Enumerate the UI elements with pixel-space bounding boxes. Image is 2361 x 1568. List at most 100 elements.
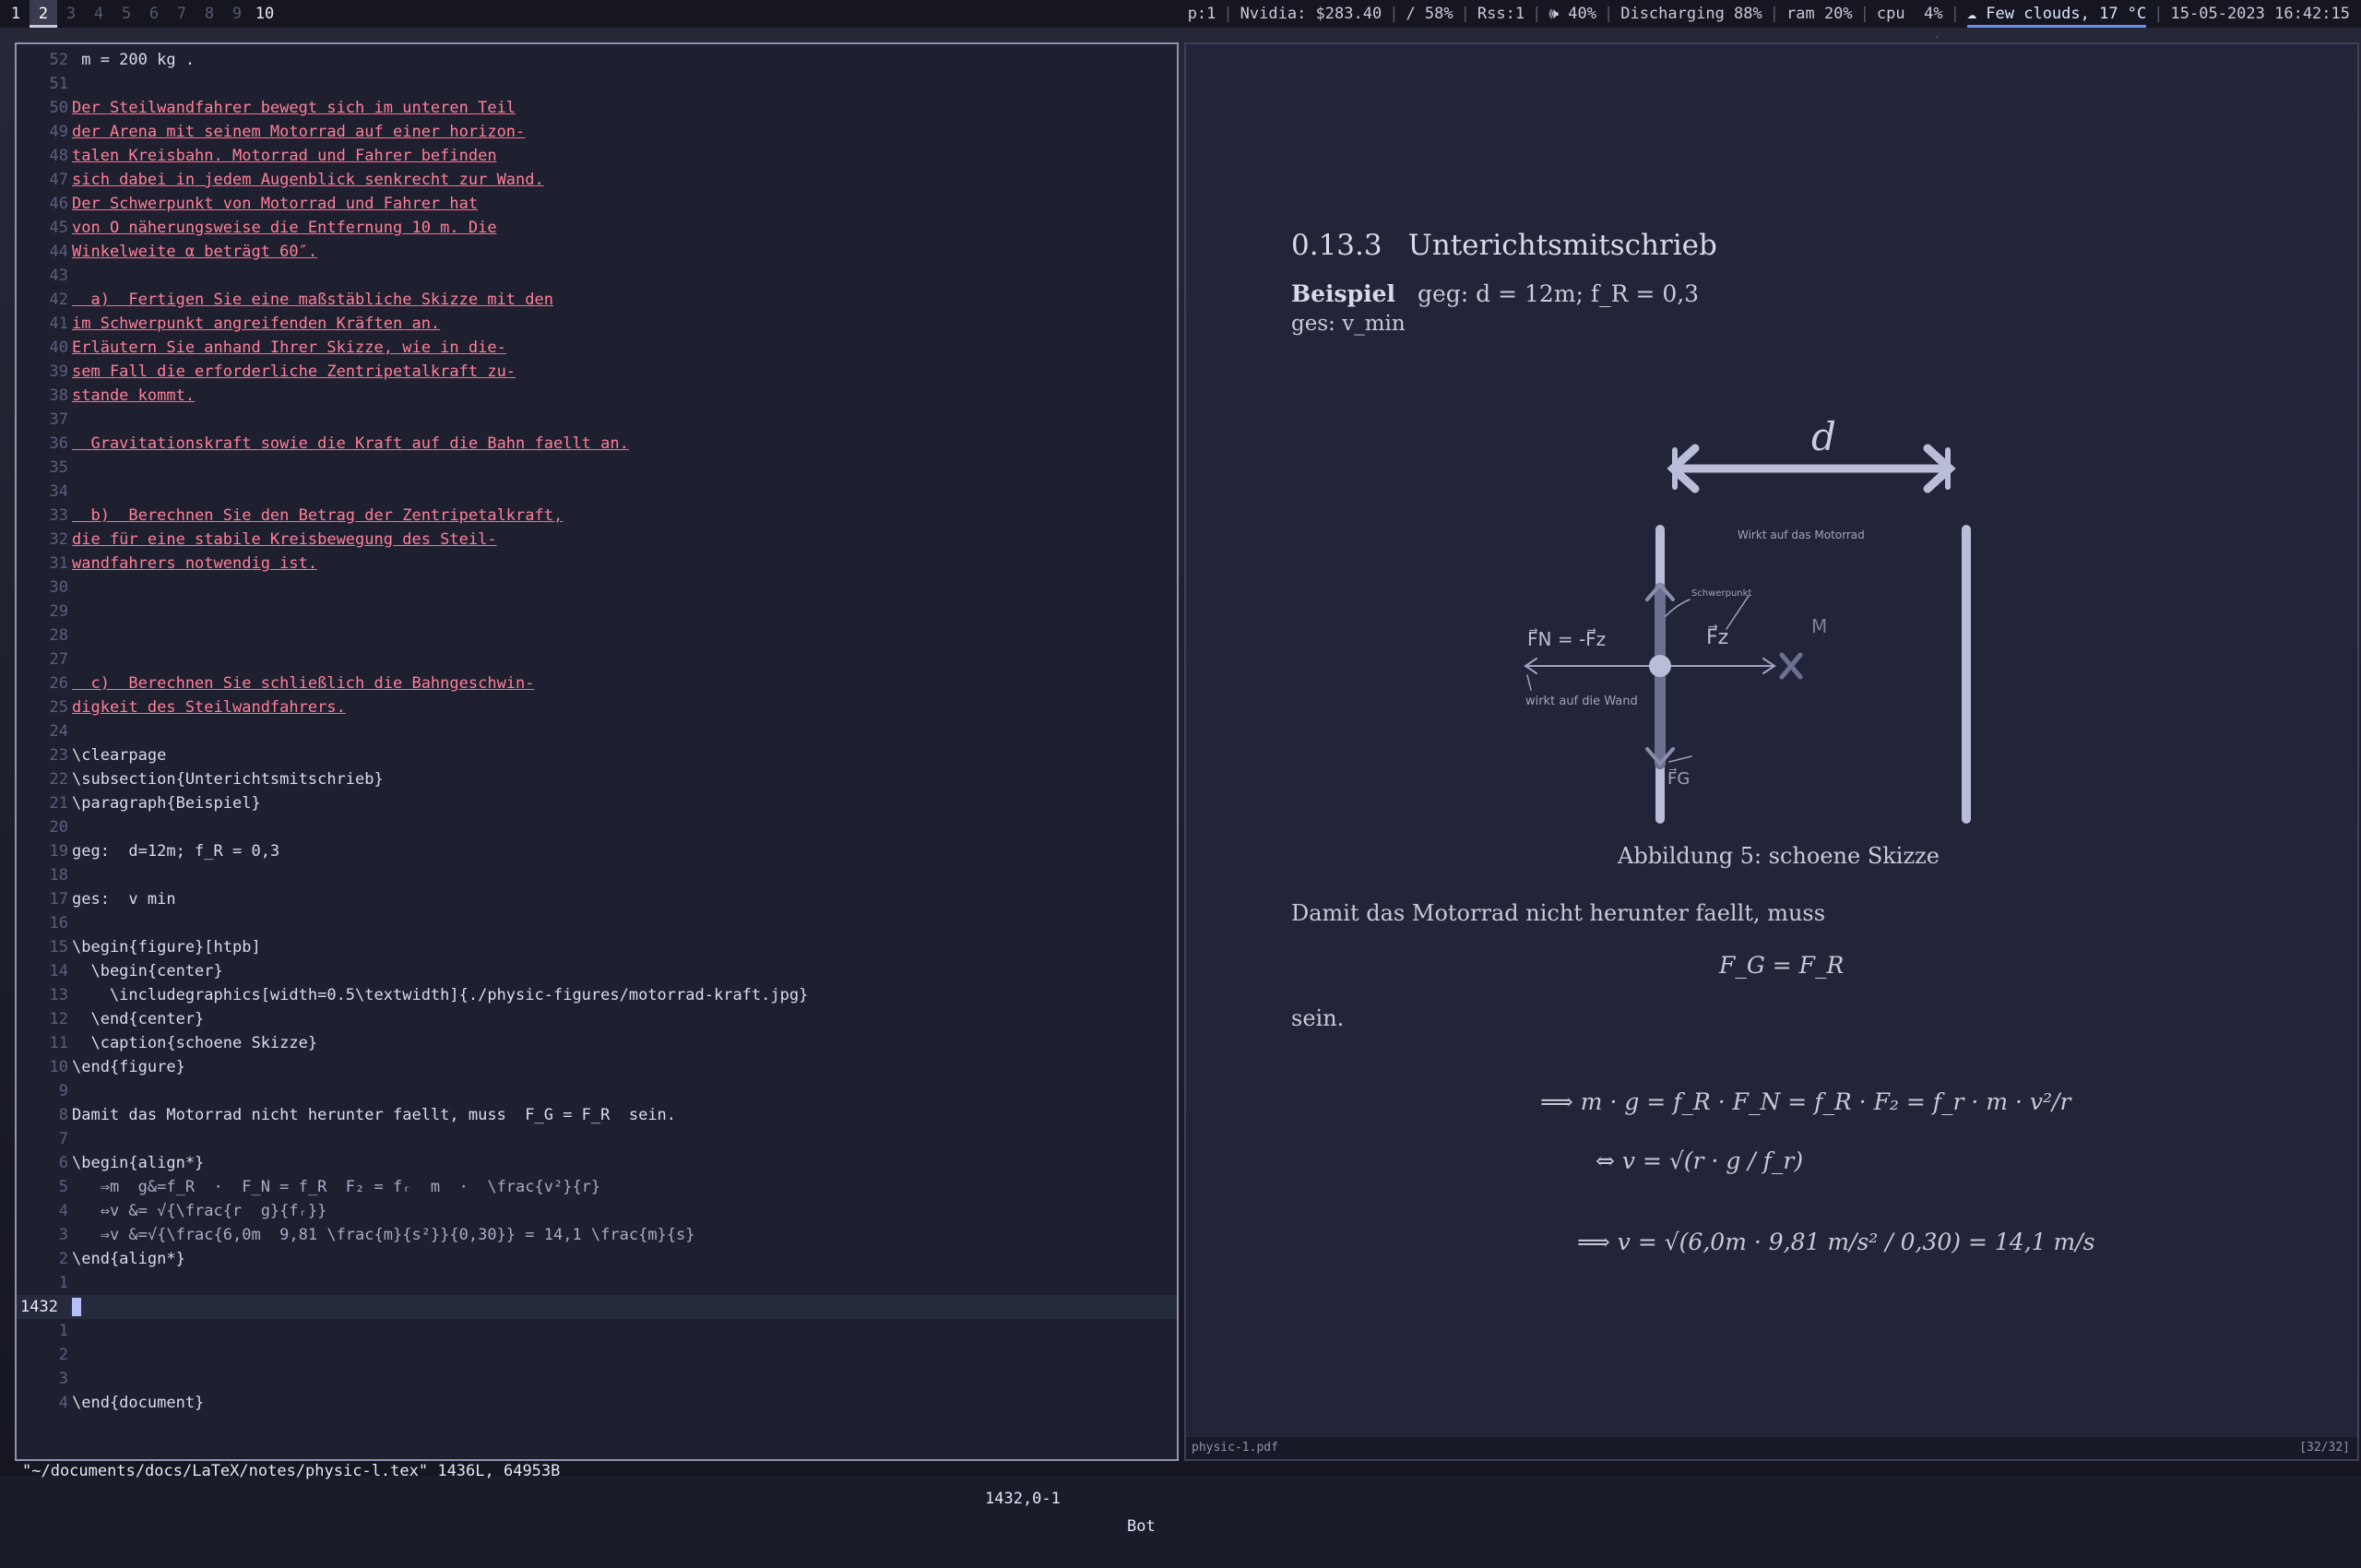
editor-line[interactable]: 40 Erläutern Sie anhand Ihrer Skizze, wie…: [17, 336, 1177, 360]
line-text[interactable]: von O näherungsweise die Entfernung 10 m…: [72, 216, 497, 240]
workspace-2[interactable]: 2: [30, 0, 57, 28]
vim-editor-window[interactable]: 52 m = 200 kg . 51 50 Der Steilwandfahrer b…: [15, 42, 1179, 1536]
editor-line[interactable]: 39 sem Fall die erforderliche Zentripetal…: [17, 360, 1177, 384]
editor-line[interactable]: 23 \clearpage: [17, 743, 1177, 767]
editor-line[interactable]: 32 die für eine stabile Kreisbewegung des…: [17, 528, 1177, 552]
editor-line[interactable]: 3 ⇒v &=√{\frac{6,0m 9,81 \frac{m}{s²}}{0…: [17, 1223, 1177, 1247]
editor-line[interactable]: 10 \end{figure}: [17, 1055, 1177, 1079]
line-text[interactable]: talen Kreisbahn. Motorrad und Fahrer bef…: [72, 144, 497, 168]
line-text[interactable]: \includegraphics[width=0.5\textwidth]{./…: [72, 983, 808, 1007]
editor-line[interactable]: 28: [17, 624, 1177, 647]
line-text[interactable]: a) Fertigen Sie eine maßstäbliche Skizze…: [72, 288, 553, 312]
workspace-4[interactable]: 4: [85, 0, 113, 28]
editor-line[interactable]: 33 b) Berechnen Sie den Betrag der Zentr…: [17, 504, 1177, 528]
editor-line[interactable]: 21 \paragraph{Beispiel}: [17, 791, 1177, 815]
editor-line[interactable]: 15 \begin{figure}[htpb]: [17, 935, 1177, 959]
editor-line[interactable]: 51: [17, 72, 1177, 96]
editor-line[interactable]: 38 stande kommt.: [17, 384, 1177, 408]
workspace-6[interactable]: 6: [140, 0, 168, 28]
line-text[interactable]: der Arena mit seinem Motorrad auf einer …: [72, 120, 525, 144]
line-text[interactable]: digkeit des Steilwandfahrers.: [72, 695, 346, 719]
workspace-10[interactable]: 10: [251, 0, 279, 28]
editor-line[interactable]: 49 der Arena mit seinem Motorrad auf eine…: [17, 120, 1177, 144]
editor-line[interactable]: 8 Damit das Motorrad nicht herunter faell…: [17, 1103, 1177, 1127]
editor-line[interactable]: 43: [17, 264, 1177, 288]
editor-line[interactable]: 14 \begin{center}: [17, 959, 1177, 983]
line-text[interactable]: b) Berechnen Sie den Betrag der Zentripe…: [72, 504, 563, 528]
line-text[interactable]: geg: d=12m; f_R = 0,3: [72, 839, 279, 863]
editor-line[interactable]: 27: [17, 647, 1177, 671]
line-text[interactable]: Damit das Motorrad nicht herunter faellt…: [72, 1103, 676, 1127]
line-text[interactable]: Gravitationskraft sowie die Kraft auf di…: [72, 432, 628, 456]
editor-line[interactable]: 19 geg: d=12m; f_R = 0,3: [17, 839, 1177, 863]
line-text[interactable]: \end{document}: [72, 1391, 204, 1415]
editor-buffer[interactable]: 52 m = 200 kg . 51 50 Der Steilwandfahrer b…: [17, 48, 1177, 1415]
editor-line[interactable]: 9: [17, 1079, 1177, 1103]
editor-line[interactable]: 3: [17, 1367, 1177, 1391]
editor-line[interactable]: 6 \begin{align*}: [17, 1151, 1177, 1175]
line-text[interactable]: \begin{align*}: [72, 1151, 204, 1175]
editor-line[interactable]: 22 \subsection{Unterichtsmitschrieb}: [17, 767, 1177, 791]
line-text[interactable]: \subsection{Unterichtsmitschrieb}: [72, 767, 384, 791]
editor-line[interactable]: 29: [17, 600, 1177, 624]
editor-line[interactable]: 18: [17, 863, 1177, 887]
line-text[interactable]: m = 200 kg .: [72, 48, 195, 72]
editor-line[interactable]: 24: [17, 719, 1177, 743]
workspace-9[interactable]: 9: [223, 0, 251, 28]
editor-line[interactable]: 1: [17, 1271, 1177, 1295]
pdf-viewer-window[interactable]: 0.13.3 Unterichtsmitschrieb Beispiel geg: …: [1184, 42, 2359, 1461]
editor-line[interactable]: 34: [17, 480, 1177, 504]
line-text[interactable]: \end{figure}: [72, 1055, 185, 1079]
editor-line[interactable]: 46 Der Schwerpunkt von Motorrad und Fahre…: [17, 192, 1177, 216]
editor-line[interactable]: 25 digkeit des Steilwandfahrers.: [17, 695, 1177, 719]
line-text[interactable]: \paragraph{Beispiel}: [72, 791, 261, 815]
line-text[interactable]: ⇒m g&=f_R · F_N = f_R F₂ = fᵣ m · \frac{…: [72, 1175, 600, 1199]
line-text[interactable]: ⇔v &= √{\frac{r g}{fᵣ}}: [72, 1199, 327, 1223]
editor-line[interactable]: 5 ⇒m g&=f_R · F_N = f_R F₂ = fᵣ m · \fra…: [17, 1175, 1177, 1199]
editor-line[interactable]: 42 a) Fertigen Sie eine maßstäbliche Ski…: [17, 288, 1177, 312]
editor-line[interactable]: 48 talen Kreisbahn. Motorrad und Fahrer b…: [17, 144, 1177, 168]
editor-line[interactable]: 20: [17, 815, 1177, 839]
editor-line[interactable]: 50 Der Steilwandfahrer bewegt sich im unt…: [17, 96, 1177, 120]
editor-line[interactable]: 41 im Schwerpunkt angreifenden Kräften an…: [17, 312, 1177, 336]
line-text[interactable]: \end{align*}: [72, 1247, 185, 1271]
line-text[interactable]: c) Berechnen Sie schließlich die Bahnges…: [72, 671, 534, 695]
line-text[interactable]: stande kommt.: [72, 384, 195, 408]
editor-line[interactable]: 36 Gravitationskraft sowie die Kraft auf…: [17, 432, 1177, 456]
editor-line[interactable]: 4 \end{document}: [17, 1391, 1177, 1415]
editor-line[interactable]: 52 m = 200 kg .: [17, 48, 1177, 72]
line-text[interactable]: die für eine stabile Kreisbewegung des S…: [72, 528, 497, 552]
editor-line[interactable]: 26 c) Berechnen Sie schließlich die Bahn…: [17, 671, 1177, 695]
line-text[interactable]: \begin{figure}[htpb]: [72, 935, 261, 959]
editor-line[interactable]: 47 sich dabei in jedem Augenblick senkrec…: [17, 168, 1177, 192]
editor-line[interactable]: 4 ⇔v &= √{\frac{r g}{fᵣ}}: [17, 1199, 1177, 1223]
workspace-5[interactable]: 5: [113, 0, 140, 28]
line-text[interactable]: Der Steilwandfahrer bewegt sich im unter…: [72, 96, 516, 120]
line-text[interactable]: \caption{schoene Skizze}: [72, 1031, 317, 1055]
line-text[interactable]: ⇒v &=√{\frac{6,0m 9,81 \frac{m}{s²}}{0,3…: [72, 1223, 695, 1247]
editor-line[interactable]: 12 \end{center}: [17, 1007, 1177, 1031]
editor-line[interactable]: 44 Winkelweite α beträgt 60″.: [17, 240, 1177, 264]
editor-line[interactable]: 37: [17, 408, 1177, 432]
line-text[interactable]: \clearpage: [72, 743, 166, 767]
editor-line[interactable]: 30: [17, 576, 1177, 600]
editor-line[interactable]: 1432: [17, 1295, 1177, 1319]
line-text[interactable]: sich dabei in jedem Augenblick senkrecht…: [72, 168, 544, 192]
editor-line[interactable]: 11 \caption{schoene Skizze}: [17, 1031, 1177, 1055]
editor-line[interactable]: 17 ges: v min: [17, 887, 1177, 911]
workspace-7[interactable]: 7: [168, 0, 196, 28]
line-text[interactable]: Winkelweite α beträgt 60″.: [72, 240, 317, 264]
editor-line[interactable]: 31 wandfahrers notwendig ist.: [17, 552, 1177, 576]
editor-line[interactable]: 45 von O näherungsweise die Entfernung 10…: [17, 216, 1177, 240]
line-text[interactable]: sem Fall die erforderliche Zentripetalkr…: [72, 360, 516, 384]
line-text[interactable]: wandfahrers notwendig ist.: [72, 552, 317, 576]
workspace-8[interactable]: 8: [196, 0, 223, 28]
editor-line[interactable]: 1: [17, 1319, 1177, 1343]
line-text[interactable]: \begin{center}: [72, 959, 222, 983]
editor-line[interactable]: 2: [17, 1343, 1177, 1367]
workspace-1[interactable]: 1: [2, 0, 30, 28]
line-text[interactable]: ges: v min: [72, 887, 176, 911]
line-text[interactable]: Erläutern Sie anhand Ihrer Skizze, wie i…: [72, 336, 506, 360]
workspace-3[interactable]: 3: [57, 0, 85, 28]
editor-line[interactable]: 13 \includegraphics[width=0.5\textwidth]…: [17, 983, 1177, 1007]
